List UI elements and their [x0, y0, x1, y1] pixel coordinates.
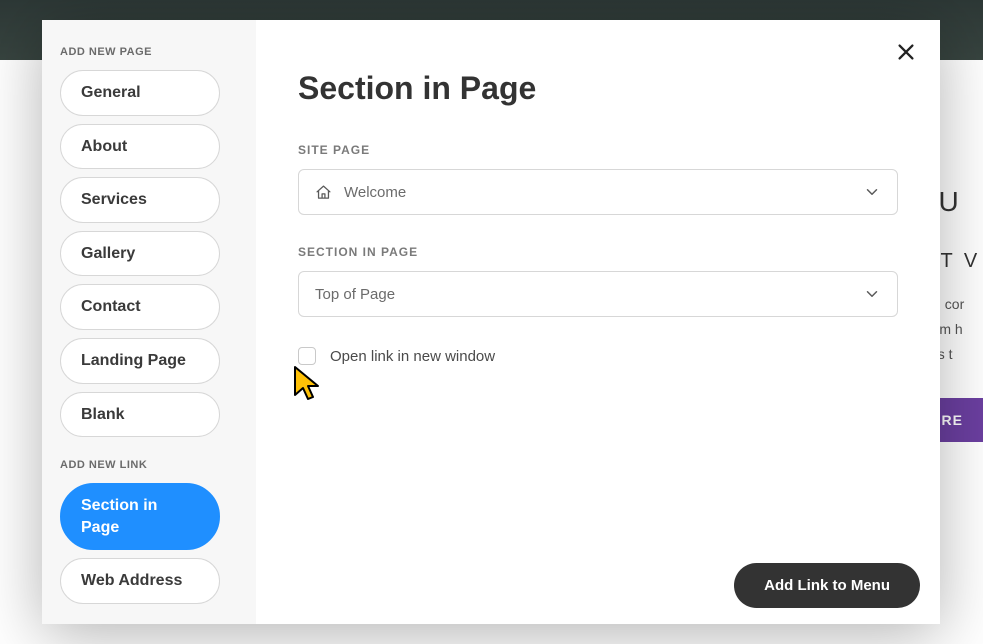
chevron-down-icon	[863, 285, 881, 303]
sidebar-item-gallery[interactable]: Gallery	[60, 231, 220, 277]
main-panel: Section in Page SITE PAGE Welcome SECTIO…	[256, 20, 940, 624]
site-page-select[interactable]: Welcome	[298, 169, 898, 215]
sidebar-item-general[interactable]: General	[60, 70, 220, 116]
home-icon	[315, 184, 332, 201]
section-label-add-new-page: ADD NEW PAGE	[60, 46, 238, 58]
page-title: Section in Page	[298, 70, 898, 107]
sidebar-item-contact[interactable]: Contact	[60, 284, 220, 330]
sidebar-item-blank[interactable]: Blank	[60, 392, 220, 438]
add-link-to-menu-button[interactable]: Add Link to Menu	[734, 563, 920, 608]
section-in-page-label: SECTION IN PAGE	[298, 245, 898, 259]
sidebar-item-section-in-page[interactable]: Section in Page	[60, 483, 220, 550]
sidebar-item-landing-page[interactable]: Landing Page	[60, 338, 220, 384]
chevron-down-icon	[863, 183, 881, 201]
checkbox-label: Open link in new window	[330, 348, 495, 365]
site-page-label: SITE PAGE	[298, 143, 898, 157]
section-label-add-new-link: ADD NEW LINK	[60, 459, 238, 471]
add-page-modal: ADD NEW PAGE General About Services Gall…	[42, 20, 940, 624]
checkbox-box	[298, 347, 316, 365]
section-in-page-select[interactable]: Top of Page	[298, 271, 898, 317]
sidebar-scroll[interactable]: ADD NEW PAGE General About Services Gall…	[42, 42, 256, 614]
sidebar: ADD NEW PAGE General About Services Gall…	[42, 20, 256, 624]
sidebar-item-about[interactable]: About	[60, 124, 220, 170]
site-page-value: Welcome	[344, 184, 851, 201]
open-new-window-checkbox[interactable]: Open link in new window	[298, 347, 898, 365]
close-button[interactable]	[888, 34, 924, 70]
section-in-page-value: Top of Page	[315, 286, 851, 303]
sidebar-item-services[interactable]: Services	[60, 177, 220, 223]
sidebar-item-web-address[interactable]: Web Address	[60, 558, 220, 604]
close-icon	[895, 41, 917, 63]
